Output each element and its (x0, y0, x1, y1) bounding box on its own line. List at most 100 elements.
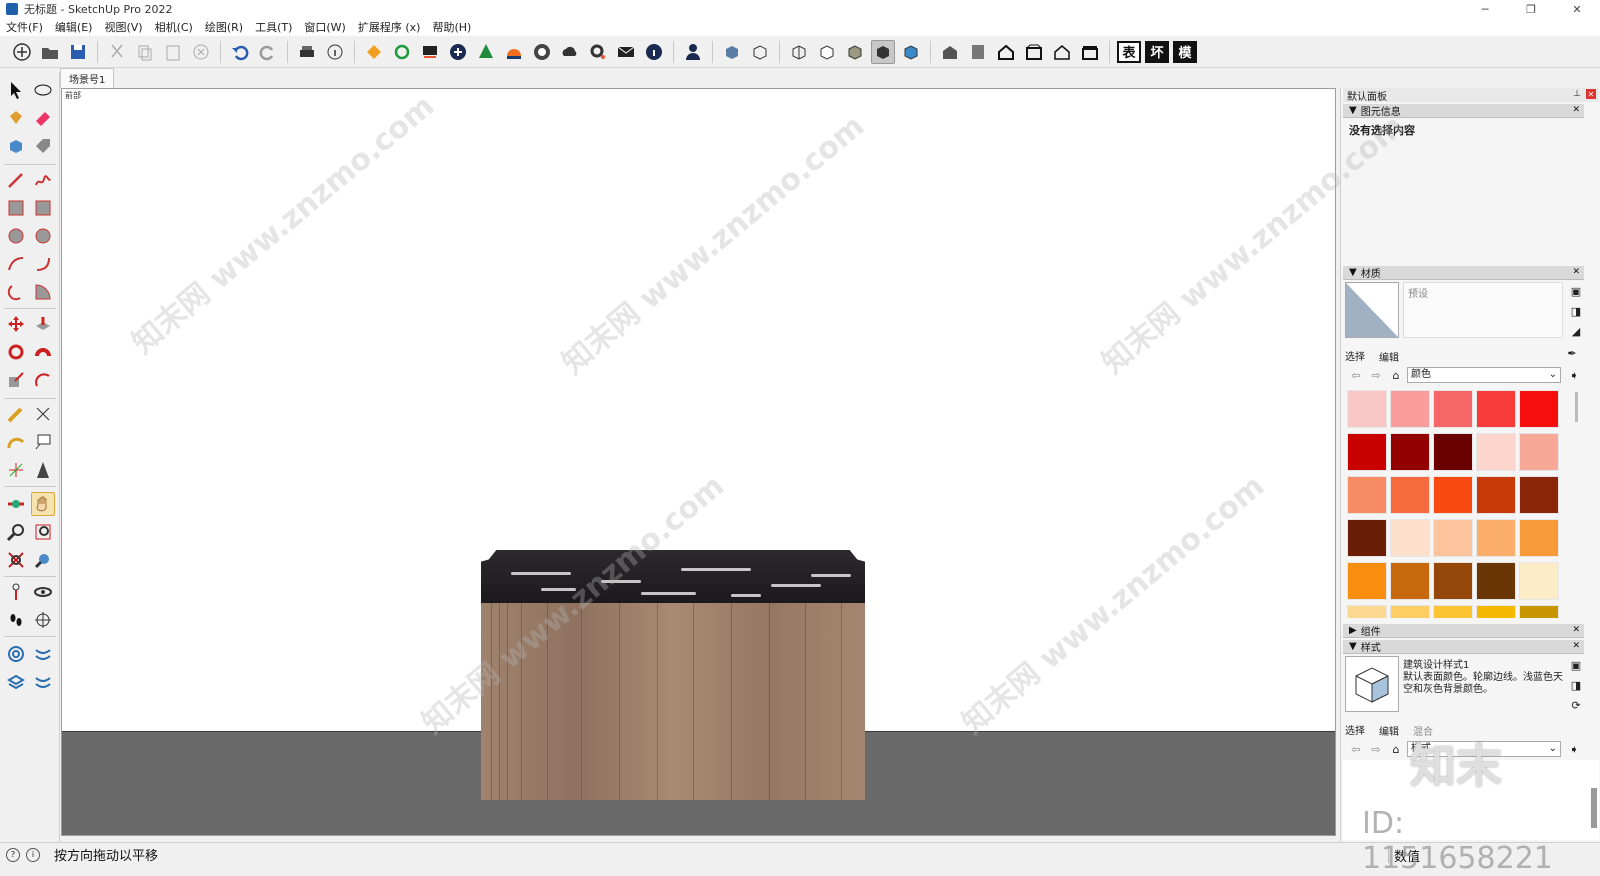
zoom-extents-icon[interactable] (4, 548, 28, 572)
close-icon[interactable]: ✕ (1572, 625, 1580, 635)
3d-warehouse-icon[interactable] (474, 40, 498, 64)
maximize-button[interactable]: ❐ (1508, 0, 1554, 18)
shaded-style-icon[interactable] (843, 40, 867, 64)
move-icon[interactable] (4, 312, 28, 336)
materials-header[interactable]: ▼ 材质 ✕ (1343, 266, 1584, 280)
rectangle-icon[interactable] (4, 196, 28, 220)
close-button[interactable]: ✕ (1554, 0, 1600, 18)
sun-icon[interactable] (502, 40, 526, 64)
undo-icon[interactable] (228, 40, 252, 64)
material-swatch[interactable] (1347, 562, 1387, 600)
dimension-icon[interactable] (31, 402, 55, 426)
scale-icon[interactable] (4, 368, 28, 392)
material-swatch[interactable] (1390, 562, 1430, 600)
styles-header[interactable]: ▼ 样式 ✕ (1343, 640, 1584, 654)
save-icon[interactable] (66, 40, 90, 64)
cloud-upload-icon[interactable] (558, 40, 582, 64)
right-view-icon[interactable] (1022, 40, 1046, 64)
swatch-scrollbar[interactable] (1575, 392, 1578, 422)
walk-footprints-icon[interactable] (4, 608, 28, 632)
material-swatch[interactable] (1433, 390, 1473, 428)
forward-arrow-icon[interactable]: ⇨ (1369, 742, 1383, 756)
table-plugin-button[interactable]: 表 (1117, 40, 1141, 63)
back-view-icon[interactable] (1050, 40, 1074, 64)
menu-window[interactable]: 窗口(W) (304, 19, 345, 35)
text-icon[interactable] (31, 430, 55, 454)
pie-icon[interactable] (31, 280, 55, 304)
line-pencil-icon[interactable] (4, 168, 28, 192)
material-name-field[interactable]: 预设 (1403, 282, 1563, 338)
material-swatch[interactable] (1390, 390, 1430, 428)
refresh-icon[interactable] (390, 40, 414, 64)
model-plugin-button[interactable]: 模 (1173, 40, 1197, 63)
arc-icon[interactable] (4, 252, 28, 276)
paste-icon[interactable] (161, 40, 185, 64)
material-swatch[interactable] (1390, 476, 1430, 514)
axes-icon[interactable] (4, 458, 28, 482)
materials-tab-select[interactable]: 选择 (1345, 348, 1365, 363)
select-arrow-icon[interactable] (4, 78, 28, 102)
new-file-icon[interactable] (10, 40, 34, 64)
default-material-icon[interactable]: ◢ (1569, 324, 1583, 338)
home-icon[interactable]: ⌂ (1389, 742, 1403, 756)
menu-camera[interactable]: 相机(C) (155, 19, 193, 35)
circle-icon[interactable] (4, 224, 28, 248)
extension-warehouse-icon[interactable] (362, 40, 386, 64)
material-swatch[interactable] (1347, 605, 1387, 618)
top-view-icon[interactable] (966, 40, 990, 64)
left-view-icon[interactable] (1078, 40, 1102, 64)
material-swatch[interactable] (1476, 605, 1516, 618)
rotated-rectangle-icon[interactable] (31, 196, 55, 220)
smoove-icon[interactable] (31, 670, 55, 694)
previous-view-icon[interactable] (31, 548, 55, 572)
material-swatch[interactable] (1347, 519, 1387, 557)
material-swatch[interactable] (1390, 605, 1430, 618)
shaded-textures-style-icon[interactable] (871, 39, 895, 64)
material-swatch[interactable] (1476, 476, 1516, 514)
eyedropper-icon[interactable]: ✒ (1565, 346, 1579, 360)
eraser-icon[interactable] (31, 106, 55, 130)
settings-gear-icon[interactable] (586, 40, 610, 64)
cut-icon[interactable] (105, 40, 129, 64)
add-location-icon[interactable] (446, 40, 470, 64)
update-style-icon[interactable]: ⟳ (1569, 698, 1583, 712)
close-icon[interactable]: ✕ (1572, 641, 1580, 651)
geolocation-icon[interactable]: ? (6, 847, 20, 862)
material-swatch[interactable] (1519, 390, 1559, 428)
menu-help[interactable]: 帮助(H) (432, 19, 471, 35)
send-to-layout-icon[interactable] (418, 40, 442, 64)
delete-icon[interactable] (189, 40, 213, 64)
make-component-icon[interactable] (4, 134, 28, 158)
entity-info-header[interactable]: ▼ 图元信息 ✕ (1343, 104, 1584, 118)
close-icon[interactable]: ✕ (1572, 267, 1580, 277)
monochrome-style-icon[interactable] (899, 40, 923, 64)
wireframe-style-icon[interactable] (787, 40, 811, 64)
material-swatch[interactable] (1519, 562, 1559, 600)
polygon-icon[interactable] (31, 224, 55, 248)
tray-close-button[interactable]: ✕ (1586, 89, 1596, 99)
minimize-button[interactable]: ─ (1462, 0, 1508, 18)
position-camera-icon[interactable] (4, 580, 28, 604)
environment-plugin-button[interactable]: 坏 (1145, 40, 1169, 63)
details-arrow-icon[interactable]: ➧ (1567, 368, 1581, 382)
protractor-icon[interactable] (4, 430, 28, 454)
orbit-icon[interactable] (4, 492, 28, 516)
material-swatch[interactable] (1476, 519, 1516, 557)
material-swatch[interactable] (1433, 476, 1473, 514)
display-secondary-icon[interactable]: ▣ (1569, 284, 1583, 298)
tag-icon[interactable] (31, 134, 55, 158)
rotate-icon[interactable] (4, 340, 28, 364)
mail-icon[interactable] (614, 40, 638, 64)
details-arrow-icon[interactable]: ➧ (1567, 742, 1581, 756)
close-icon[interactable]: ✕ (1572, 105, 1580, 115)
section-plane-icon[interactable] (31, 608, 55, 632)
back-edges-style-icon[interactable] (748, 40, 772, 64)
material-swatch[interactable] (1476, 390, 1516, 428)
create-material-icon[interactable]: ◨ (1569, 304, 1583, 318)
display-secondary-icon[interactable]: ▣ (1569, 658, 1583, 672)
menu-tools[interactable]: 工具(T) (255, 19, 292, 35)
xray-style-icon[interactable] (720, 40, 744, 64)
checker-sphere-icon[interactable] (530, 40, 554, 64)
pin-icon[interactable]: ⊥ (1573, 89, 1581, 99)
material-swatch[interactable] (1390, 519, 1430, 557)
